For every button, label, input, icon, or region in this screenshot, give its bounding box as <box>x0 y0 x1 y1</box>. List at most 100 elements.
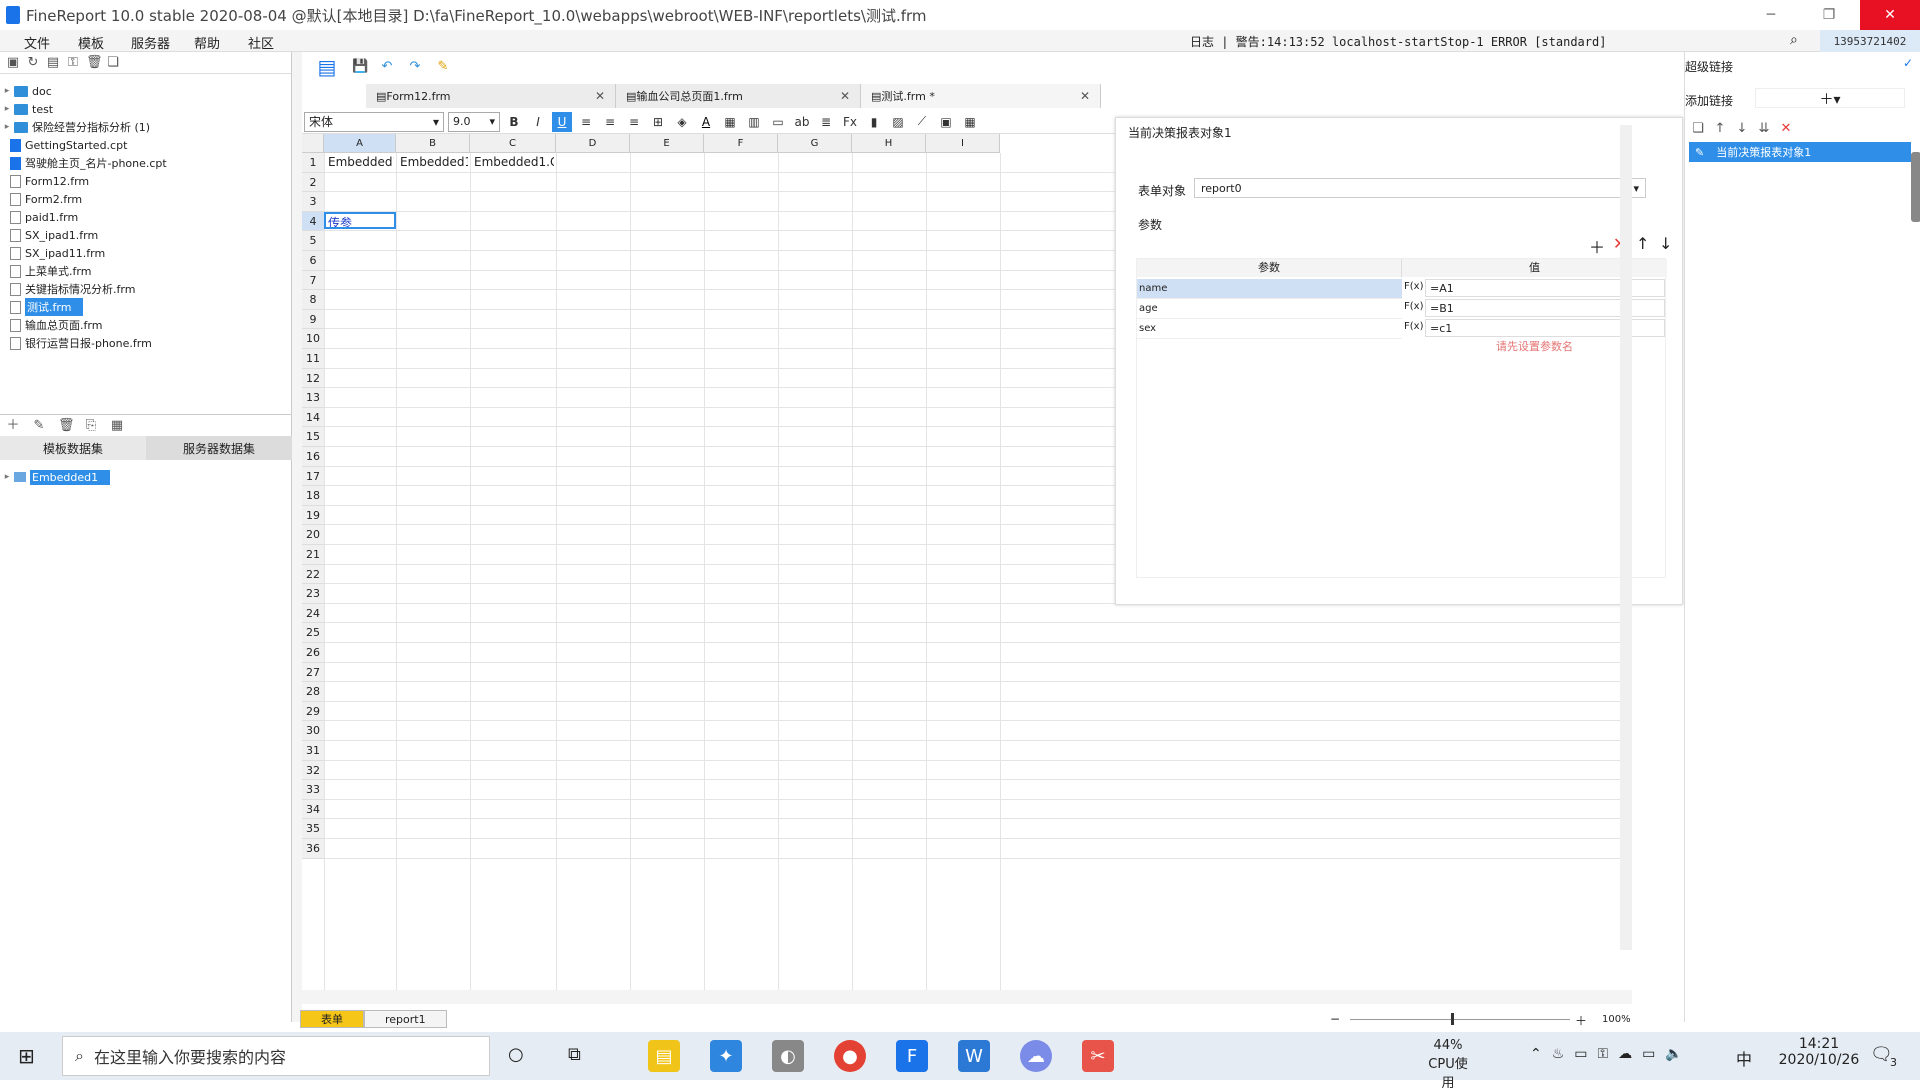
close-tab-icon[interactable]: ✕ <box>581 89 605 103</box>
paint-icon[interactable]: ◐ <box>772 1040 804 1072</box>
add-dataset-icon[interactable]: ＋ <box>6 418 20 433</box>
edit-icon[interactable]: ✎ <box>32 418 46 433</box>
check-icon[interactable]: ✓ <box>1903 56 1913 70</box>
clock[interactable]: 14:21 2020/10/26 <box>1764 1036 1874 1068</box>
row-header[interactable]: 13 <box>302 388 324 408</box>
restore-button[interactable]: ❐ <box>1806 0 1852 30</box>
move-up-icon[interactable]: ↑ <box>1713 122 1727 136</box>
tree-item[interactable]: Form12.frm <box>0 172 285 190</box>
user-account[interactable]: 13953721402 <box>1820 30 1920 52</box>
close-window-button[interactable]: ✕ <box>1860 0 1920 30</box>
tree-item[interactable]: 关键指标情况分析.frm <box>0 280 285 298</box>
cell-a4[interactable]: 传参 <box>324 211 396 230</box>
row-header[interactable]: 21 <box>302 545 324 565</box>
row-header[interactable]: 17 <box>302 466 324 487</box>
font-size-select[interactable]: 9.0 ▾ <box>448 111 500 132</box>
tree-item[interactable]: 测试.frm <box>0 298 285 316</box>
ime-indicator[interactable]: 中 <box>1736 1046 1752 1070</box>
splitter[interactable] <box>292 52 302 1022</box>
row-header[interactable]: 3 <box>302 192 324 212</box>
vertical-scrollbar[interactable] <box>1620 125 1632 950</box>
cloud-app-icon[interactable]: ☁ <box>1020 1040 1052 1072</box>
border-button[interactable]: ⊞ <box>648 112 668 132</box>
tree-item[interactable]: SX_ipad11.frm <box>0 244 285 262</box>
search-box[interactable]: ⌕ 在这里输入你要搜索的内容 <box>62 1036 490 1076</box>
column-header[interactable]: H <box>852 134 926 153</box>
undo-icon[interactable]: ↶ <box>380 60 394 74</box>
bold-button[interactable]: B <box>504 112 524 132</box>
copy-icon[interactable]: ❏ <box>106 55 120 70</box>
row-header[interactable]: 6 <box>302 251 324 271</box>
tree-item[interactable]: 输血总页面.frm <box>0 316 285 334</box>
menu-community[interactable]: 社区 <box>248 33 274 52</box>
row-header[interactable]: 7 <box>302 270 324 291</box>
insert-row-button[interactable]: ▭ <box>768 112 788 132</box>
column-header[interactable]: B <box>396 134 470 153</box>
redo-icon[interactable]: ↷ <box>408 60 422 74</box>
move-down-icon[interactable]: ↓ <box>1659 234 1672 253</box>
dataset-icon[interactable]: ▦ <box>110 418 124 433</box>
column-header[interactable]: E <box>630 134 704 153</box>
tree-item[interactable]: 上菜单式.frm <box>0 262 285 280</box>
row-header[interactable]: 30 <box>302 721 324 741</box>
table-button[interactable]: ▦ <box>960 112 980 132</box>
add-icon[interactable]: ＋ <box>1589 234 1605 258</box>
row-header[interactable]: 14 <box>302 407 324 428</box>
row-header[interactable]: 36 <box>302 839 324 859</box>
tab-template-dataset[interactable]: 模板数据集 <box>0 436 146 460</box>
row-header[interactable]: 11 <box>302 349 324 369</box>
move-down-icon[interactable]: ↓ <box>1735 122 1749 136</box>
file-explorer-icon[interactable]: ▤ <box>648 1040 680 1072</box>
cell-b1[interactable]: Embedded1. <box>398 155 468 169</box>
row-header[interactable]: 23 <box>302 584 324 604</box>
row-header[interactable]: 12 <box>302 368 324 389</box>
font-color-button[interactable]: A <box>696 112 716 132</box>
tab-server-dataset[interactable]: 服务器数据集 <box>146 436 292 460</box>
row-header[interactable]: 8 <box>302 290 324 310</box>
close-tab-icon[interactable]: ✕ <box>826 89 850 103</box>
tree-item[interactable]: Form2.frm <box>0 190 285 208</box>
cpu-indicator[interactable]: 44% CPU使用 <box>1422 1038 1474 1091</box>
windows-start-icon[interactable]: ⊞ <box>18 1044 35 1068</box>
formula-icon[interactable]: F(x) <box>1404 321 1423 332</box>
row-header[interactable]: 25 <box>302 623 324 643</box>
minimize-button[interactable]: ─ <box>1748 0 1794 30</box>
expand-arrow-icon[interactable]: ▸ <box>0 122 14 132</box>
row-header[interactable]: 16 <box>302 447 324 467</box>
image-button[interactable]: ▨ <box>888 112 908 132</box>
rich-text-button[interactable]: ≣ <box>816 112 836 132</box>
app-icon[interactable]: ✦ <box>710 1040 742 1072</box>
close-tab-icon[interactable]: ✕ <box>1066 89 1090 103</box>
menu-server[interactable]: 服务器 <box>131 33 170 52</box>
row-header[interactable]: 22 <box>302 564 324 585</box>
row-header[interactable]: 18 <box>302 486 324 506</box>
row-header[interactable]: 15 <box>302 427 324 447</box>
zoom-slider[interactable] <box>1350 1019 1570 1020</box>
formula-icon[interactable]: F(x) <box>1404 301 1423 312</box>
form-object-select[interactable]: report0 ▾ <box>1194 178 1646 198</box>
formula-button[interactable]: Fx <box>840 112 860 132</box>
menu-file[interactable]: 文件 <box>24 33 50 52</box>
new-folder-icon[interactable]: ▣ <box>6 55 20 70</box>
row-header[interactable]: 2 <box>302 172 324 193</box>
tree-item[interactable]: ▸ 保险经营分指标分析 (1) <box>0 118 285 136</box>
row-header[interactable]: 32 <box>302 760 324 781</box>
subreport-button[interactable]: ▣ <box>936 112 956 132</box>
open-icon[interactable]: ▤ <box>46 55 60 70</box>
row-header[interactable]: 4 <box>302 211 324 232</box>
menu-help[interactable]: 帮助 <box>194 33 220 52</box>
row-header[interactable]: 33 <box>302 780 324 800</box>
sheet-tab-report1[interactable]: report1 <box>364 1010 447 1028</box>
column-header[interactable]: I <box>926 134 1000 153</box>
row-header[interactable]: 31 <box>302 741 324 761</box>
row-header[interactable]: 1 <box>302 153 324 173</box>
menu-template[interactable]: 模板 <box>78 33 104 52</box>
param-name-cell[interactable]: age <box>1137 299 1402 319</box>
column-header[interactable]: A <box>324 134 396 153</box>
search-icon[interactable]: ⌕ <box>1790 32 1798 48</box>
cortana-icon[interactable]: ○ <box>508 1044 524 1065</box>
template-icon[interactable]: ▤ <box>316 57 338 77</box>
delete-dataset-icon[interactable]: 🗑 <box>58 418 75 433</box>
slash-button[interactable]: ⟋ <box>912 112 932 132</box>
zoom-handle[interactable] <box>1451 1013 1454 1025</box>
